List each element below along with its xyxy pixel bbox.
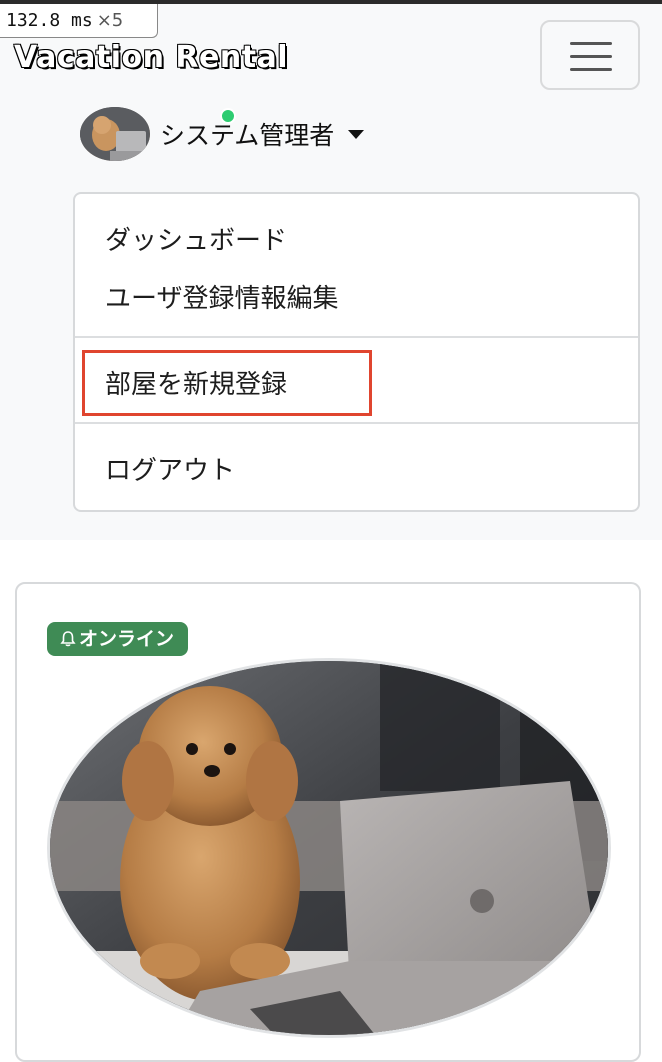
highlight-annotation [82, 350, 372, 416]
perf-time: 132.8 ms [6, 10, 93, 31]
menu-item-logout[interactable]: ログアウト [105, 450, 235, 487]
navbar-toggler-button[interactable] [540, 20, 640, 90]
bell-icon [60, 631, 76, 647]
user-name: システム管理者 [160, 121, 335, 150]
dropdown-divider [75, 422, 638, 424]
avatar [80, 107, 150, 161]
status-badge-label: オンライン [79, 628, 175, 650]
perf-overlay: 132.8 ms ×5 [0, 4, 158, 38]
online-status-dot [220, 108, 236, 124]
navbar: Vacation Rental システム管理者 ダッシュボード ユーザ登録情報編… [0, 4, 662, 540]
user-menu-toggle[interactable]: システム管理者 [80, 104, 365, 164]
menu-item-edit-profile[interactable]: ユーザ登録情報編集 [105, 278, 338, 315]
caret-down-icon [348, 129, 365, 139]
menu-item-dashboard[interactable]: ダッシュボード [105, 220, 287, 257]
status-badge: オンライン [47, 622, 189, 656]
perf-multiplier: ×5 [96, 10, 124, 31]
room-card[interactable]: オンライン [15, 582, 641, 1062]
dropdown-divider [75, 336, 638, 338]
room-photo[interactable] [47, 658, 611, 1038]
brand-logo[interactable]: Vacation Rental [13, 39, 288, 76]
